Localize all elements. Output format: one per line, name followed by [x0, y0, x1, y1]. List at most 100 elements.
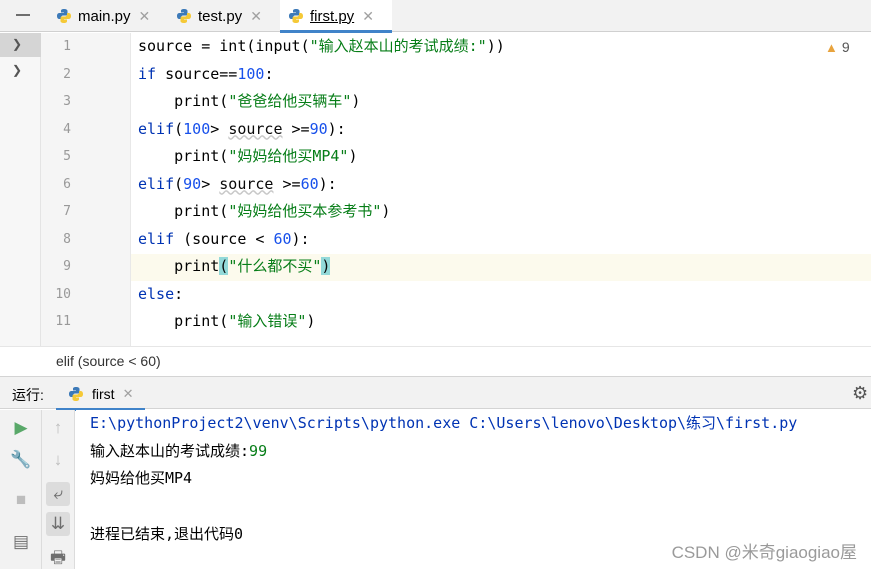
arrow-up-icon[interactable]: ↑ — [46, 416, 70, 440]
tab-main-py[interactable]: main.py ✕ — [48, 0, 150, 32]
tab-label: main.py — [78, 7, 131, 25]
code-token: ( — [300, 37, 310, 55]
rerun-icon[interactable]: ▶ — [9, 416, 33, 440]
code-token: 60 — [300, 174, 319, 193]
code-token: source = — [138, 37, 220, 55]
code-line[interactable]: print("妈妈给他买本参考书") — [138, 198, 390, 225]
code-token: : — [174, 284, 184, 303]
code-token: source== — [156, 64, 238, 83]
console-toolbar: ↑ ↓ ⤶ ⇊ 🖶 — [42, 410, 75, 569]
code-token: "妈妈给他买本参考书" — [228, 202, 382, 220]
console-prompt-line: 输入赵本山的考试成绩:99 — [90, 438, 267, 465]
code-token: ): — [291, 229, 310, 248]
code-token: elif — [138, 119, 175, 138]
code-token: print — [138, 257, 220, 275]
code-token: print — [138, 312, 220, 330]
code-token: source — [219, 174, 274, 193]
code-token: "什么都不买" — [228, 257, 322, 275]
wrench-icon[interactable]: 🔧 — [9, 448, 33, 472]
code-line[interactable]: source = int(input("输入赵本山的考试成绩:")) — [138, 33, 505, 60]
code-token: ( — [219, 147, 229, 165]
print-icon[interactable]: 🖶 — [46, 546, 70, 569]
code-token: print — [138, 92, 220, 110]
line-number: 4 — [63, 121, 71, 137]
code-token: > — [210, 119, 229, 138]
code-token: 60 — [273, 229, 292, 248]
chevron-right-icon[interactable]: ❯ — [12, 37, 22, 51]
gear-icon[interactable]: ⚙ — [852, 383, 868, 404]
code-token: elif — [138, 174, 175, 193]
code-editor[interactable]: 1 2 3 4 5 6 7 8 9 10 11 source = int(input("输入赵本山的… — [41, 33, 871, 346]
inspection-widget[interactable]: ▲ 9 — [825, 39, 850, 55]
code-token: 90 — [309, 119, 328, 138]
code-token: )) — [486, 37, 505, 55]
line-number: 2 — [63, 66, 71, 82]
code-token: elif — [138, 229, 175, 248]
code-token: (source < — [174, 229, 274, 248]
code-token: "输入错误" — [228, 312, 307, 330]
code-token: print — [138, 147, 220, 165]
warning-count: 9 — [841, 39, 850, 55]
tab-label: test.py — [198, 7, 243, 25]
code-token: ) — [351, 92, 361, 110]
project-panel: ❯ ❯ — [0, 33, 41, 346]
console-prompt: 输入赵本山的考试成绩: — [90, 442, 250, 460]
scroll-to-end-icon[interactable]: ⇊ — [46, 512, 70, 536]
close-icon[interactable]: ✕ — [250, 8, 262, 25]
code-token: ( — [174, 119, 184, 138]
minimize-icon[interactable] — [16, 14, 30, 16]
close-icon[interactable]: ✕ — [362, 8, 374, 25]
run-tab-label: first — [92, 385, 115, 402]
code-line[interactable]: elif(90> source >=60): — [138, 171, 337, 198]
breadcrumb[interactable]: elif (source < 60) — [56, 353, 161, 369]
code-line[interactable]: if source==100: — [138, 61, 273, 88]
code-line[interactable]: print("输入错误") — [138, 308, 315, 335]
code-token: print — [138, 202, 220, 220]
close-icon[interactable]: ✕ — [139, 8, 151, 25]
line-number: 6 — [63, 176, 71, 192]
python-file-icon — [289, 9, 303, 23]
python-file-icon — [177, 9, 191, 23]
code-token: ( — [219, 312, 229, 330]
code-token: ) — [306, 312, 316, 330]
breadcrumb-bar: elif (source < 60) — [0, 346, 871, 376]
code-token: ): — [318, 174, 337, 193]
code-token: ) — [321, 257, 331, 275]
run-console[interactable]: E:\pythonProject2\venv\Scripts\python.ex… — [76, 410, 871, 569]
code-token: if — [138, 64, 157, 83]
code-line[interactable]: elif (source < 60): — [138, 226, 310, 253]
code-line[interactable]: print("妈妈给他买MP4") — [138, 143, 358, 170]
code-line[interactable]: else: — [138, 281, 183, 308]
chevron-right-icon[interactable]: ❯ — [12, 63, 22, 77]
code-token: "妈妈给他买MP4" — [228, 147, 349, 165]
layout-icon[interactable]: ▤ — [9, 530, 33, 554]
console-command-line: E:\pythonProject2\venv\Scripts\python.ex… — [90, 414, 798, 432]
run-tool-window-header: 运行: first ✕ ⚙ — [0, 376, 871, 411]
line-number: 7 — [63, 204, 71, 219]
soft-wrap-icon[interactable]: ⤶ — [46, 482, 70, 506]
close-icon[interactable]: ✕ — [123, 386, 134, 402]
code-line[interactable]: print("爸爸给他买辆车") — [138, 88, 360, 115]
code-token: ) — [348, 147, 358, 165]
arrow-down-icon[interactable]: ↓ — [46, 448, 70, 472]
run-tab-first[interactable]: first ✕ — [56, 377, 146, 411]
code-line[interactable]: print("什么都不买") — [138, 253, 331, 280]
line-number: 9 — [63, 259, 71, 274]
python-file-icon — [57, 9, 71, 23]
line-number: 10 — [55, 286, 71, 302]
code-line[interactable]: elif(100> source >=90): — [138, 116, 346, 143]
tab-test-py[interactable]: test.py ✕ — [168, 0, 262, 32]
stop-icon[interactable]: ■ — [9, 488, 33, 512]
tab-first-py[interactable]: first.py ✕ — [280, 0, 392, 33]
console-input-value: 99 — [249, 442, 268, 460]
code-token: >= — [273, 174, 301, 193]
code-token: ( — [219, 257, 229, 275]
console-output-line: 妈妈给他买MP4 — [90, 469, 193, 487]
python-icon — [69, 386, 83, 401]
code-token: input — [255, 37, 301, 55]
code-token: "爸爸给他买辆车" — [228, 92, 352, 110]
warning-icon: ▲ — [825, 39, 838, 55]
code-token: 90 — [183, 174, 202, 193]
line-number: 5 — [63, 149, 71, 164]
run-toolbar: ▶ 🔧 ■ ▤ — [0, 410, 42, 569]
